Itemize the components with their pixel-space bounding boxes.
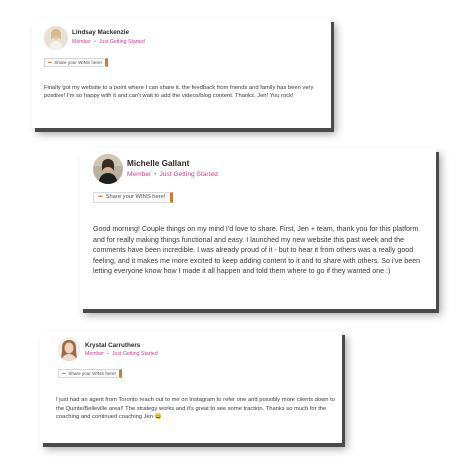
separator: • — [107, 351, 109, 357]
post-body: I just had an agent from Toronto reach o… — [56, 397, 335, 420]
category-tag[interactable]: ••• Share your WINS here! — [93, 192, 173, 203]
author-name[interactable]: Lindsay Mackenzie — [72, 29, 129, 36]
post-card: Michelle Gallant Member • Just Getting Sta… — [80, 148, 436, 309]
level-label: Just Getting Started — [111, 351, 158, 357]
post-card: Krystal Carruthers Member • Just Getting S… — [40, 331, 342, 443]
post-body: Finally got my website to a point where … — [44, 85, 314, 99]
avatar[interactable] — [93, 154, 123, 184]
avatar[interactable] — [44, 26, 68, 50]
tag-dots: ••• — [48, 60, 52, 65]
member-badge: Member • Just Getting Started — [127, 171, 218, 178]
separator: • — [94, 39, 96, 45]
post-body: Good morning! Couple things on my mind I… — [93, 225, 421, 275]
separator: • — [154, 171, 157, 178]
tag-label: Share your WINS here! — [68, 371, 116, 376]
member-badge: Member • Just Getting Started — [85, 351, 158, 357]
avatar[interactable] — [58, 337, 80, 361]
tag-label: Share your WINS here! — [54, 60, 102, 65]
tag-label: Share your WINS here! — [105, 194, 166, 200]
level-label: Just Getting Started — [159, 171, 218, 178]
level-label: Just Getting Started — [98, 39, 145, 45]
member-badge: Member • Just Getting Started — [72, 39, 145, 45]
tag-dots: ••• — [98, 194, 103, 200]
role-label: Member — [72, 39, 92, 45]
author-name[interactable]: Krystal Carruthers — [85, 342, 140, 349]
category-tag[interactable]: ••• Share your WINS here! — [58, 369, 122, 378]
category-tag[interactable]: ••• Share your WINS here! — [44, 58, 108, 67]
role-label: Member — [85, 351, 105, 357]
post-card: Lindsay Mackenzie Member • Just Getting St… — [32, 18, 331, 128]
role-label: Member — [127, 171, 152, 178]
author-name[interactable]: Michelle Gallant — [127, 159, 189, 168]
tag-dots: ••• — [62, 371, 66, 376]
